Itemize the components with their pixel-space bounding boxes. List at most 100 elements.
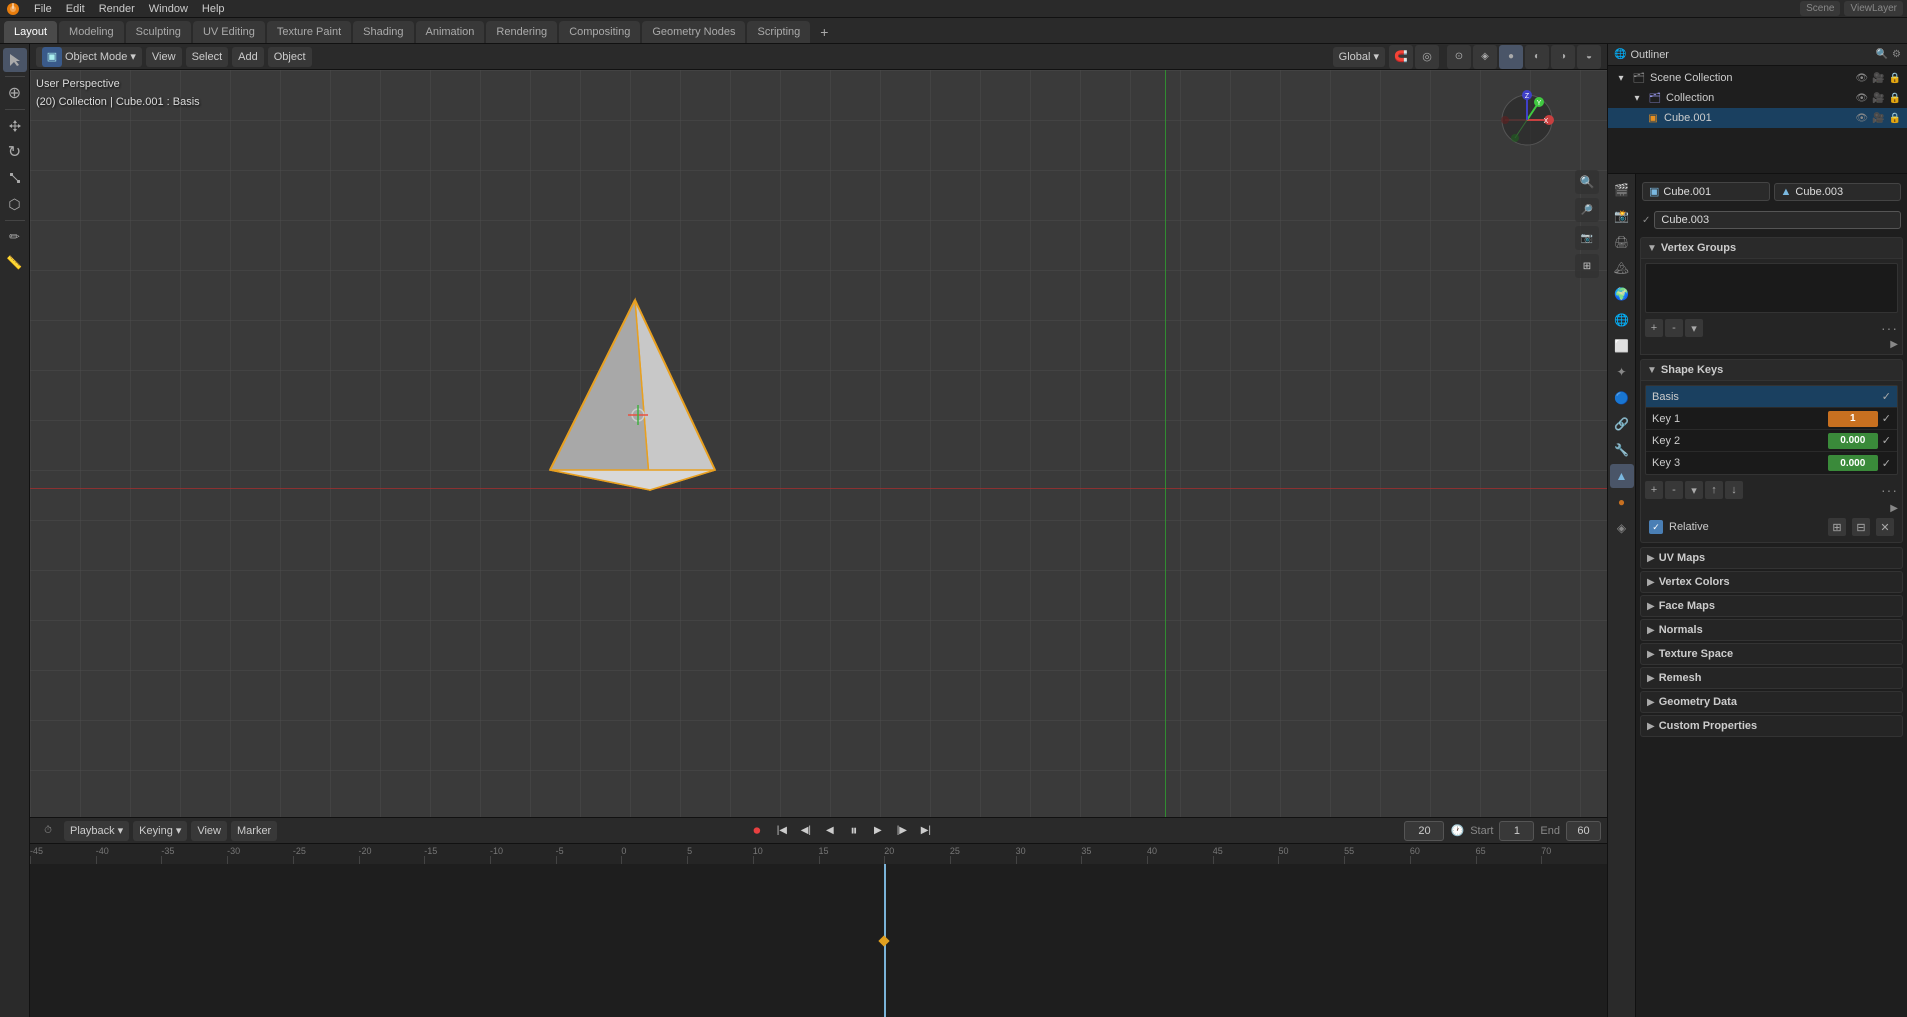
outliner-item-scene-collection[interactable]: ▾ 🗂 Scene Collection 👁 🎥 🔒 (1608, 68, 1907, 88)
tab-scripting[interactable]: Scripting (747, 21, 810, 43)
shape-key-1-value[interactable]: 1 (1828, 411, 1878, 427)
menu-help[interactable]: Help (196, 0, 231, 18)
keying-menu[interactable]: Keying ▾ (133, 821, 187, 841)
jump-start-button[interactable]: |◀ (771, 820, 793, 842)
view-layer-selector[interactable]: ViewLayer (1844, 1, 1903, 16)
tab-sculpting[interactable]: Sculpting (126, 21, 191, 43)
add-menu[interactable]: Add (232, 47, 264, 67)
stop-button[interactable]: ⏸ (843, 820, 865, 842)
shape-key-3-value[interactable]: 0.000 (1828, 455, 1878, 471)
3d-object-pyramid[interactable] (520, 270, 750, 530)
prop-tab-world[interactable]: 🌐 (1610, 308, 1634, 332)
tab-layout[interactable]: Layout (4, 21, 57, 43)
shape-key-1[interactable]: Key 1 1 ✓ (1646, 408, 1897, 430)
outliner-filter-icon[interactable]: ⚙ (1892, 49, 1901, 60)
prop-tab-modifiers[interactable]: 🔧 (1610, 438, 1634, 462)
vertex-groups-more[interactable]: ··· (1881, 320, 1898, 336)
timeline-content[interactable] (30, 864, 1607, 1017)
shape-key-special[interactable]: ▾ (1685, 481, 1703, 499)
zoom-in-button[interactable]: 🔍 (1575, 170, 1599, 194)
shape-key-2-check[interactable]: ✓ (1882, 434, 1891, 447)
relative-extra-2[interactable]: ⊟ (1852, 518, 1870, 536)
view-menu[interactable]: View (146, 47, 182, 67)
current-frame-input[interactable] (1404, 821, 1444, 841)
object-menu[interactable]: Object (268, 47, 312, 67)
tab-texture-paint[interactable]: Texture Paint (267, 21, 351, 43)
mesh-data-display[interactable]: ▲ Cube.003 (1774, 183, 1902, 201)
tab-uv-editing[interactable]: UV Editing (193, 21, 265, 43)
proportional-edit[interactable]: ◎ (1415, 45, 1439, 69)
custom-properties-section[interactable]: ▶ Custom Properties (1640, 715, 1903, 737)
overlay-toggle[interactable]: ⊙ (1447, 45, 1471, 69)
cube001-restrict[interactable]: 🎥 (1872, 113, 1884, 124)
prop-tab-scene[interactable]: 🎬 (1610, 178, 1634, 202)
jump-end-button[interactable]: ▶| (915, 820, 937, 842)
vertex-colors-section[interactable]: ▶ Vertex Colors (1640, 571, 1903, 593)
prop-tab-scene2[interactable]: 🌍 (1610, 282, 1634, 306)
tool-measure[interactable]: 📏 (3, 251, 27, 275)
shape-key-remove[interactable]: - (1665, 481, 1683, 499)
prop-tab-data[interactable]: ▲ (1610, 464, 1634, 488)
tab-modeling[interactable]: Modeling (59, 21, 124, 43)
tool-annotate[interactable]: ✏ (3, 225, 27, 249)
tool-scale[interactable] (3, 166, 27, 190)
prop-tab-view-layer[interactable]: 🏔 (1610, 256, 1634, 280)
select-menu[interactable]: Select (186, 47, 229, 67)
prop-tab-material[interactable]: ● (1610, 490, 1634, 514)
shape-key-more[interactable]: ··· (1881, 482, 1898, 498)
mode-selector[interactable]: ▣ Object Mode ▾ (36, 47, 142, 67)
scene-collection-render[interactable]: 🔒 (1889, 73, 1901, 84)
xray-toggle[interactable]: ◈ (1473, 45, 1497, 69)
blender-logo-icon[interactable] (4, 0, 22, 18)
tool-select[interactable] (3, 48, 27, 72)
shape-key-down[interactable]: ↓ (1725, 481, 1743, 499)
menu-render[interactable]: Render (93, 0, 141, 18)
shape-key-add[interactable]: + (1645, 481, 1663, 499)
shape-key-3[interactable]: Key 3 0.000 ✓ (1646, 452, 1897, 474)
vertex-group-remove[interactable]: - (1665, 319, 1683, 337)
play-reverse-button[interactable]: ◀ (819, 820, 841, 842)
shape-key-1-check[interactable]: ✓ (1882, 412, 1891, 425)
outliner-item-collection[interactable]: ▾ 🗂 Collection 👁 🎥 🔒 (1608, 88, 1907, 108)
cube001-render[interactable]: 🔒 (1889, 113, 1901, 124)
tab-compositing[interactable]: Compositing (559, 21, 640, 43)
shape-key-expand-btn[interactable]: ▶ (1890, 503, 1898, 514)
record-button[interactable]: ⏺ (745, 819, 769, 843)
nav-gizmo[interactable]: X Y Z (1497, 90, 1557, 150)
viewport-3d[interactable]: User Perspective (20) Collection | Cube.… (30, 70, 1607, 817)
face-maps-section[interactable]: ▶ Face Maps (1640, 595, 1903, 617)
shape-key-basis[interactable]: Basis ✓ (1646, 386, 1897, 408)
cube001-visibility[interactable]: 👁 (1855, 113, 1868, 124)
vertex-group-special[interactable]: ▾ (1685, 319, 1703, 337)
collection-render[interactable]: 🔒 (1889, 93, 1901, 104)
scene-collection-visibility[interactable]: 👁 (1855, 73, 1868, 84)
relative-extra-3[interactable]: ✕ (1876, 518, 1894, 536)
prop-tab-render[interactable]: 📸 (1610, 204, 1634, 228)
menu-window[interactable]: Window (143, 0, 194, 18)
prop-tab-physics[interactable]: 🔵 (1610, 386, 1634, 410)
camera-view-button[interactable]: 📷 (1575, 226, 1599, 250)
menu-file[interactable]: File (28, 0, 58, 18)
shape-key-2[interactable]: Key 2 0.000 ✓ (1646, 430, 1897, 452)
tool-cursor[interactable]: ⊕ (3, 81, 27, 105)
tab-rendering[interactable]: Rendering (486, 21, 557, 43)
tab-animation[interactable]: Animation (416, 21, 485, 43)
prop-tab-particles[interactable]: ✦ (1610, 360, 1634, 384)
texture-space-section[interactable]: ▶ Texture Space (1640, 643, 1903, 665)
normals-section[interactable]: ▶ Normals (1640, 619, 1903, 641)
shape-keys-header[interactable]: ▼ Shape Keys (1640, 359, 1903, 381)
outliner-search-icon[interactable]: 🔍 (1876, 49, 1888, 60)
step-forward-button[interactable]: |▶ (891, 820, 913, 842)
playback-menu[interactable]: Playback ▾ (64, 821, 129, 841)
tab-shading[interactable]: Shading (353, 21, 413, 43)
outliner-item-cube001[interactable]: ▣ Cube.001 👁 🎥 🔒 (1608, 108, 1907, 128)
keyframe-marker[interactable] (879, 935, 890, 946)
vertex-group-add[interactable]: + (1645, 319, 1663, 337)
view-menu-timeline[interactable]: View (191, 821, 227, 841)
zoom-out-button[interactable]: 🔎 (1575, 198, 1599, 222)
marker-menu[interactable]: Marker (231, 821, 277, 841)
tool-move[interactable] (3, 114, 27, 138)
relative-checkbox[interactable]: ✓ (1649, 520, 1663, 534)
prop-tab-shaderfx[interactable]: ◈ (1610, 516, 1634, 540)
active-object-display[interactable]: ▣ Cube.001 (1642, 182, 1770, 201)
